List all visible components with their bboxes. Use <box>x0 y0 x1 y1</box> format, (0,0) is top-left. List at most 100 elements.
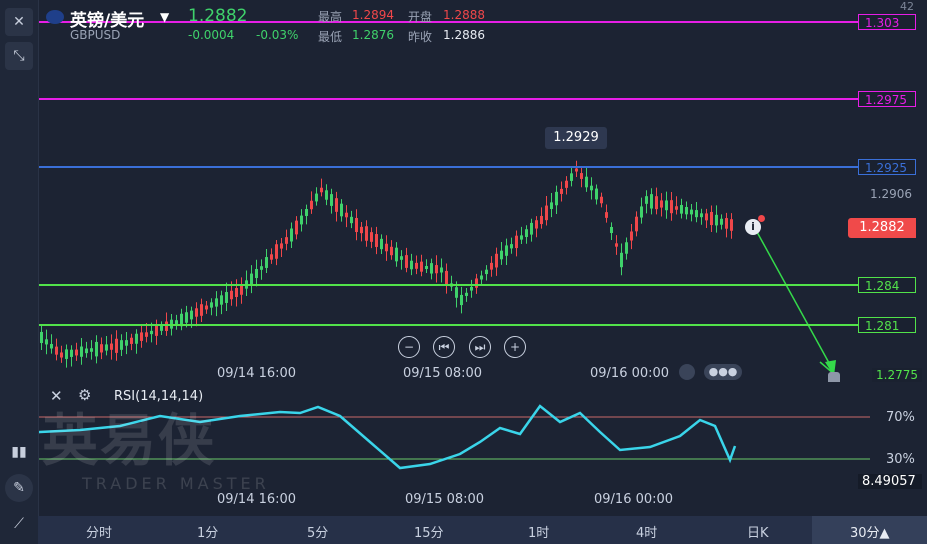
candle-body <box>730 219 733 231</box>
x-tick: 09/16 00:00 <box>590 366 670 381</box>
candle-body <box>240 285 243 295</box>
candle-body <box>280 243 283 249</box>
tf-day[interactable]: 日K <box>747 522 769 541</box>
scroll-dot-icon[interactable] <box>679 364 695 380</box>
price-line-label: 1.281 <box>858 317 916 333</box>
candle-body <box>675 206 678 210</box>
tf-4h[interactable]: 4时 <box>636 522 657 541</box>
candle-body <box>610 226 613 234</box>
candle-body <box>145 332 148 337</box>
watermark-subtitle: TRADER MASTER <box>82 474 270 493</box>
candle-body <box>690 209 693 215</box>
open-label: 开盘 <box>408 10 433 24</box>
candle-body <box>155 324 158 336</box>
candle-body <box>435 265 438 274</box>
jump-end-button[interactable]: ⏭ <box>469 336 491 358</box>
price-line[interactable] <box>0 98 858 100</box>
candle-body <box>415 262 418 269</box>
candle-body <box>230 290 233 300</box>
tf-15min[interactable]: 15分 <box>414 522 444 541</box>
candle-body <box>125 340 128 346</box>
candle-body <box>265 257 268 268</box>
price-line[interactable] <box>0 166 858 168</box>
trend-icon[interactable]: ⟋ <box>5 510 33 538</box>
candle-body <box>130 337 133 344</box>
candle-body <box>590 185 593 191</box>
candle-body <box>495 253 498 268</box>
candle-body <box>200 304 203 316</box>
rsi-level-low: 30% <box>886 452 915 467</box>
candle-body <box>530 222 533 235</box>
candle-body <box>420 261 423 272</box>
candle-body <box>350 216 353 224</box>
candle-body <box>190 310 193 320</box>
tf-30min-selected[interactable]: 30分▲ <box>850 522 890 541</box>
candle-body <box>360 226 363 234</box>
candle-body <box>645 196 648 204</box>
candle-body <box>220 295 223 305</box>
current-price-tag: 1.2882 <box>848 218 916 238</box>
candle-body <box>320 187 323 193</box>
candle-body <box>300 215 303 225</box>
tf-1min[interactable]: 1分 <box>197 522 218 541</box>
candle-body <box>40 331 43 344</box>
chevron-down-icon[interactable]: ▼ <box>160 10 169 24</box>
candle-body <box>370 232 373 242</box>
candle-body <box>375 234 378 247</box>
candle-body <box>520 235 523 240</box>
price-tooltip: 1.2929 <box>545 127 607 149</box>
pencil-icon[interactable]: ✎ <box>5 474 33 502</box>
candle-body <box>325 190 328 200</box>
more-options-button[interactable]: ●●● <box>704 364 742 380</box>
jump-start-button[interactable]: ⏮ <box>433 336 455 358</box>
candle-body <box>570 173 573 181</box>
candle-body <box>75 349 78 356</box>
candle-body <box>695 210 698 218</box>
candle-body <box>545 205 548 221</box>
watermark-logo: 英易侠 <box>42 409 216 474</box>
close-icon[interactable]: ✕ <box>5 8 33 36</box>
candle-body <box>615 243 618 247</box>
candle-body <box>150 330 153 335</box>
collapse-icon[interactable]: ⤡ <box>5 42 33 70</box>
target-marker[interactable] <box>828 372 840 382</box>
indicator-icon[interactable]: ▮▮ <box>5 438 33 466</box>
price-line[interactable] <box>0 324 858 326</box>
candle-body <box>560 188 563 194</box>
symbol-code: GBPUSD <box>70 28 121 42</box>
candle-body <box>165 321 168 331</box>
candle-body <box>440 267 443 273</box>
candle-body <box>215 298 218 307</box>
zoom-out-button[interactable]: − <box>398 336 420 358</box>
candle-body <box>275 244 278 259</box>
tooltip-value: 1.2929 <box>553 130 599 145</box>
tf-5min[interactable]: 5分 <box>307 522 328 541</box>
tf-1h[interactable]: 1时 <box>528 522 549 541</box>
candle-body <box>430 263 433 274</box>
candle-body <box>85 348 88 354</box>
candle-body <box>285 237 288 244</box>
zoom-in-button[interactable]: + <box>504 336 526 358</box>
price-line-label: 1.2925 <box>858 159 916 175</box>
candle-body <box>70 349 73 357</box>
x-tick: 09/16 00:00 <box>594 492 674 507</box>
candle-body <box>225 292 228 303</box>
candle-body <box>485 269 488 275</box>
candle-body <box>210 302 213 308</box>
candle-body <box>95 341 98 357</box>
candle-body <box>455 287 458 298</box>
candle-body <box>390 246 393 256</box>
candle-body <box>445 270 448 285</box>
candle-body <box>510 244 513 249</box>
candle-body <box>305 209 308 216</box>
candle-body <box>575 168 578 172</box>
candle-body <box>680 205 683 214</box>
candle-body <box>205 305 208 310</box>
candle-body <box>195 308 198 317</box>
axis-label: 1.2906 <box>870 187 912 201</box>
price-line[interactable] <box>0 284 858 286</box>
candle-body <box>380 238 383 250</box>
candle-body <box>185 312 188 323</box>
candle-body <box>315 193 318 202</box>
tf-tick[interactable]: 分时 <box>86 522 112 541</box>
